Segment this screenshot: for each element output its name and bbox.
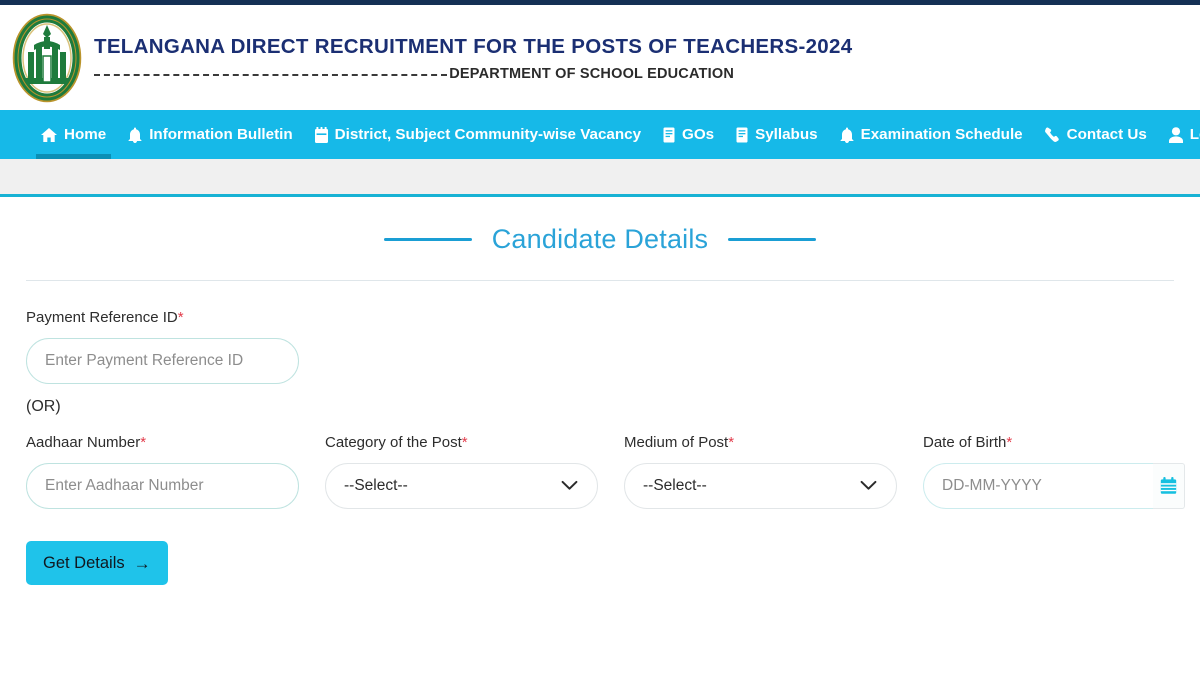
section-heading-wrap: Candidate Details xyxy=(26,224,1174,255)
label-text: Aadhaar Number xyxy=(26,434,141,451)
aadhaar-label: Aadhaar Number* xyxy=(26,434,325,451)
nav-label: Examination Schedule xyxy=(860,126,1023,143)
payment-reference-field-group: Payment Reference ID* xyxy=(26,309,1174,384)
header-text-block: TELANGANA DIRECT RECRUITMENT FOR THE POS… xyxy=(86,33,853,82)
telangana-state-emblem-icon xyxy=(8,10,86,106)
category-of-post-select[interactable]: --Select-- xyxy=(325,463,598,509)
category-of-post-field-group: Category of the Post* --Select-- xyxy=(325,434,624,509)
dashed-rule xyxy=(94,74,448,77)
main-navigation[interactable]: Home Information Bulletin District, Subj… xyxy=(0,110,1200,159)
arrow-right-icon: → xyxy=(133,553,151,573)
section-title: Candidate Details xyxy=(491,224,709,254)
date-of-birth-input-group xyxy=(923,463,1185,509)
aadhaar-field-group: Aadhaar Number* xyxy=(26,434,325,509)
date-of-birth-input[interactable] xyxy=(923,463,1153,509)
nav-label: GOs xyxy=(682,126,715,143)
section-divider xyxy=(26,280,1174,281)
nav-label: District, Subject Community-wise Vacancy xyxy=(334,126,642,143)
nav-item-log-in[interactable]: Log In xyxy=(1158,110,1200,159)
payment-reference-label: Payment Reference ID* xyxy=(26,309,1174,326)
nav-item-vacancy[interactable]: District, Subject Community-wise Vacancy xyxy=(304,110,652,159)
required-asterisk: * xyxy=(728,434,735,451)
home-icon xyxy=(41,127,57,143)
header-subtitle: DEPARTMENT OF SCHOOL EDUCATION xyxy=(449,66,734,83)
label-text: Payment Reference ID xyxy=(26,309,178,326)
phone-icon xyxy=(1044,126,1060,143)
or-separator-text: (OR) xyxy=(26,398,61,415)
header-subtitle-row: DEPARTMENT OF SCHOOL EDUCATION xyxy=(94,66,734,82)
nav-label: Home xyxy=(64,126,107,143)
get-details-label: Get Details xyxy=(43,553,125,572)
label-text: Date of Birth xyxy=(923,434,1007,451)
document-icon xyxy=(663,127,675,143)
category-of-post-label: Category of the Post* xyxy=(325,434,624,451)
payment-reference-input-wrap xyxy=(26,338,1174,384)
nav-item-gos[interactable]: GOs xyxy=(652,110,725,159)
nav-item-home[interactable]: Home xyxy=(30,110,117,159)
sub-navigation-band xyxy=(0,159,1200,197)
label-text: Medium of Post xyxy=(624,434,729,451)
aadhaar-input[interactable] xyxy=(26,463,299,509)
medium-of-post-label: Medium of Post* xyxy=(624,434,923,451)
medium-of-post-select[interactable]: --Select-- xyxy=(624,463,897,509)
calendar-icon xyxy=(1160,477,1177,495)
label-text: Category of the Post xyxy=(325,434,462,451)
main-content: Candidate Details Payment Reference ID* … xyxy=(0,224,1200,585)
nav-label: Contact Us xyxy=(1066,126,1147,143)
nav-item-contact-us[interactable]: Contact Us xyxy=(1034,110,1158,159)
payment-reference-input[interactable] xyxy=(26,338,299,384)
user-icon xyxy=(1168,126,1183,143)
page-title: TELANGANA DIRECT RECRUITMENT FOR THE POS… xyxy=(94,34,853,58)
nav-item-information-bulletin[interactable]: Information Bulletin xyxy=(117,110,303,159)
get-details-button[interactable]: Get Details → xyxy=(26,541,168,585)
required-asterisk: * xyxy=(177,309,184,326)
bell-icon xyxy=(128,127,142,143)
medium-of-post-field-group: Medium of Post* --Select-- xyxy=(624,434,923,509)
date-of-birth-field-group: Date of Birth* xyxy=(923,434,1200,509)
site-header: TELANGANA DIRECT RECRUITMENT FOR THE POS… xyxy=(0,5,1200,110)
nav-item-examination-schedule[interactable]: Examination Schedule xyxy=(829,110,1034,159)
heading-rule-left xyxy=(383,238,472,241)
required-asterisk: * xyxy=(1006,434,1013,451)
date-of-birth-label: Date of Birth* xyxy=(923,434,1200,451)
medium-of-post-select-wrap[interactable]: --Select-- xyxy=(624,463,897,509)
nav-label: Log In xyxy=(1189,126,1200,143)
nav-label: Information Bulletin xyxy=(149,126,293,143)
category-of-post-select-wrap[interactable]: --Select-- xyxy=(325,463,598,509)
calendar-picker-button[interactable] xyxy=(1153,463,1185,509)
book-icon xyxy=(736,127,748,143)
heading-rule-right xyxy=(728,238,817,241)
clipboard-icon xyxy=(314,126,328,143)
nav-item-syllabus[interactable]: Syllabus xyxy=(725,110,828,159)
candidate-fields-row: Aadhaar Number* Category of the Post* --… xyxy=(26,434,1185,509)
required-asterisk: * xyxy=(461,434,468,451)
required-asterisk: * xyxy=(140,434,147,451)
bell-icon xyxy=(840,127,854,143)
nav-label: Syllabus xyxy=(755,126,818,143)
